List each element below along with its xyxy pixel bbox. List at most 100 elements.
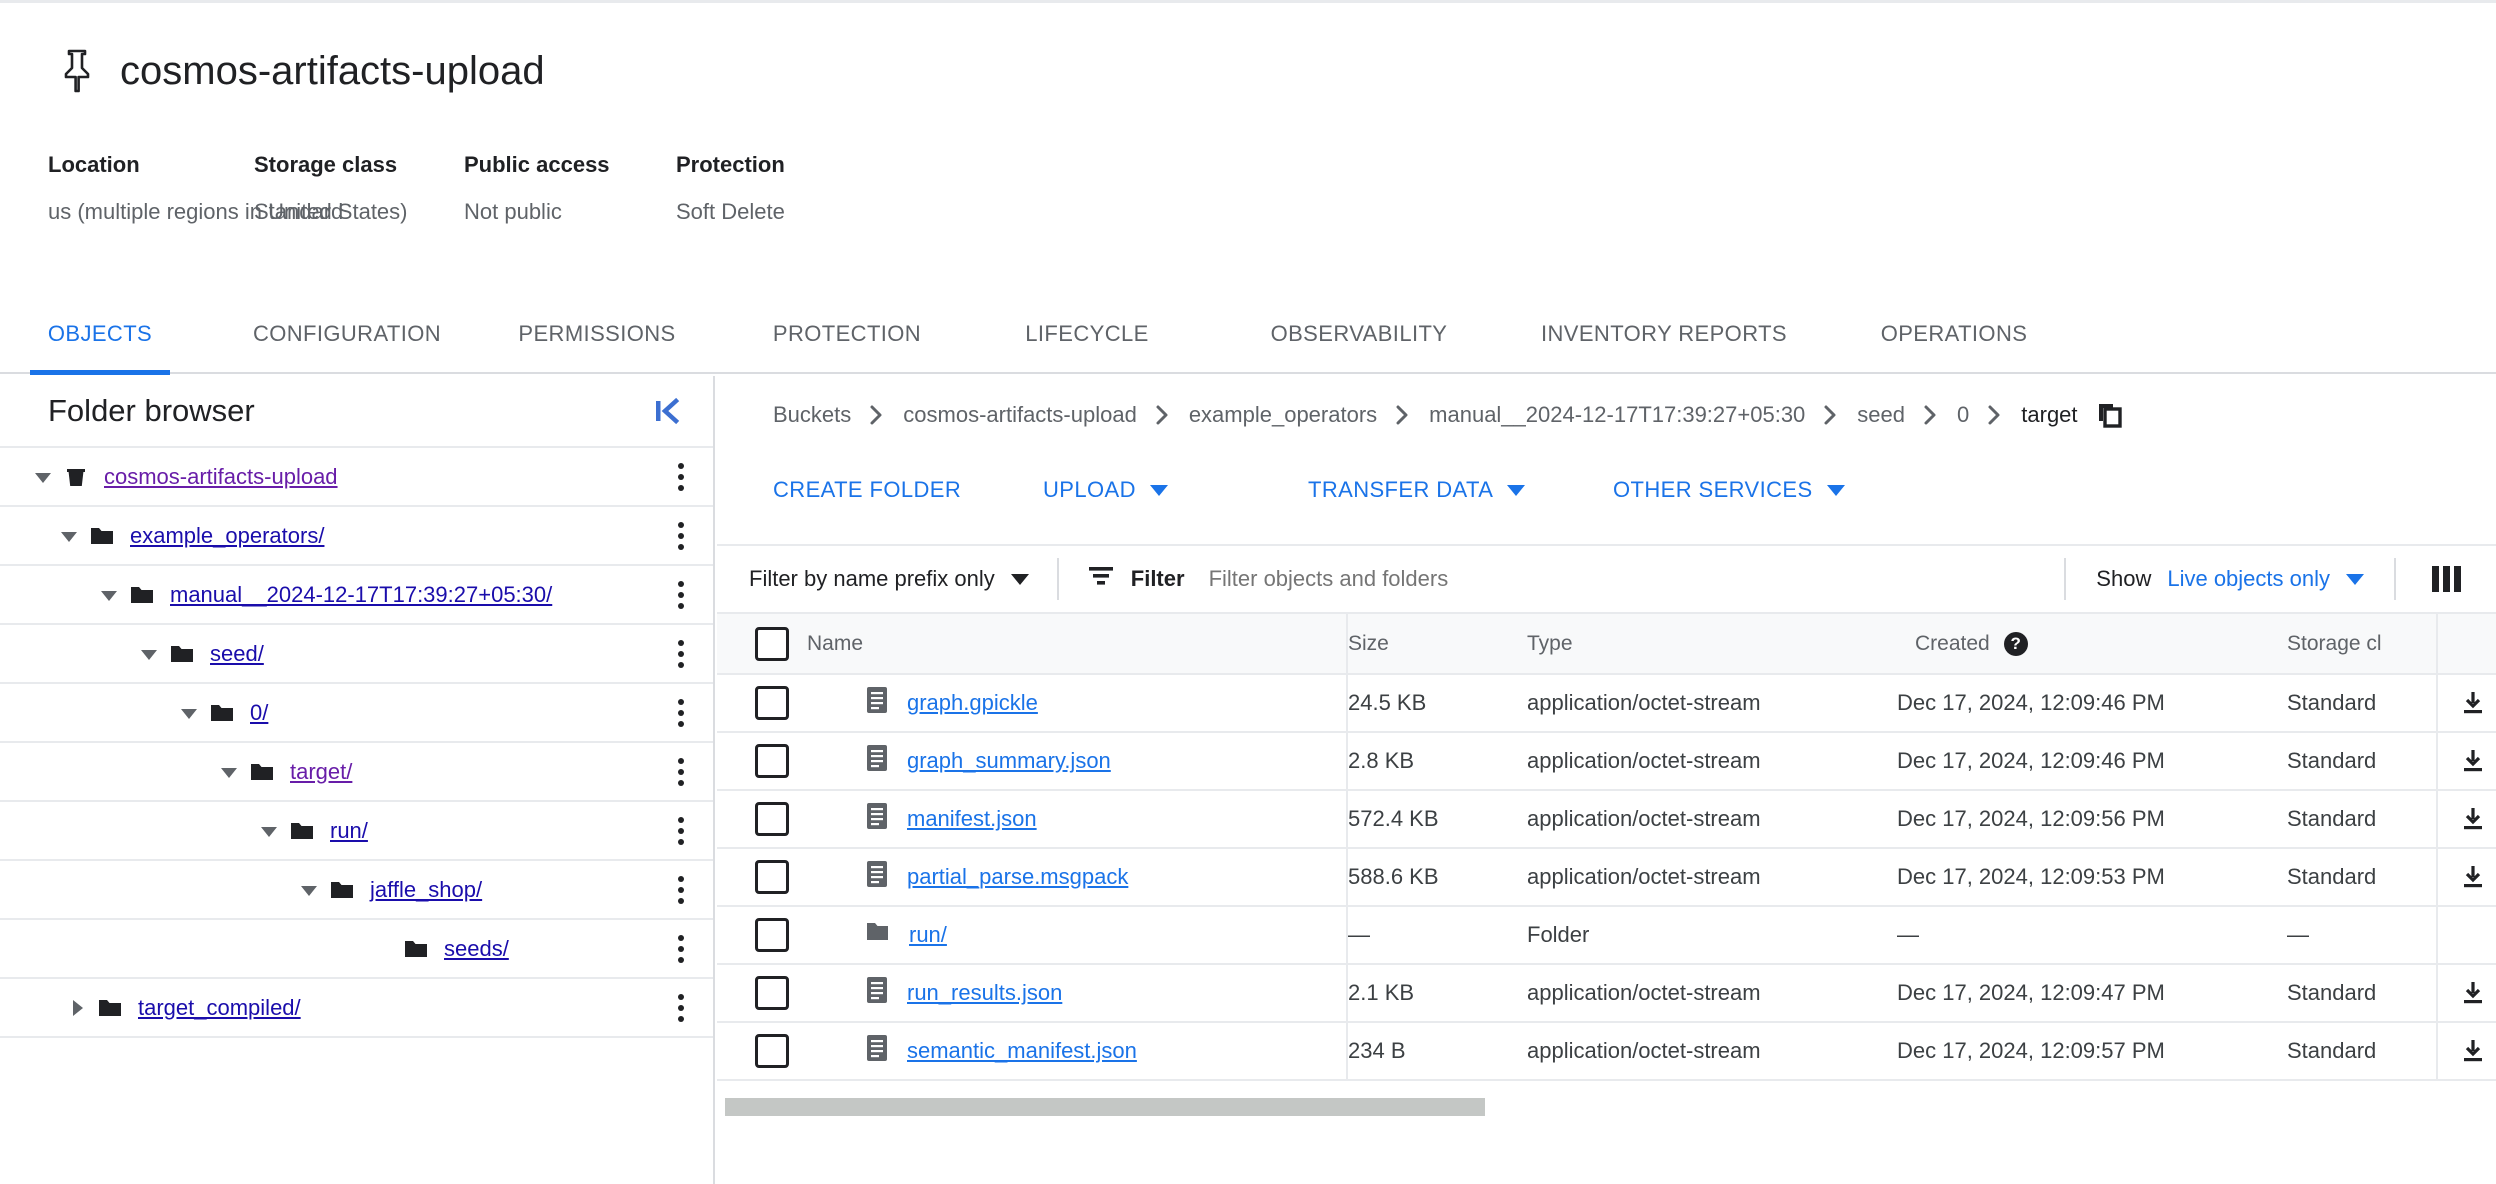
table-row[interactable]: run/ — Folder — — [717, 906, 2496, 965]
object-link[interactable]: manifest.json [907, 806, 1037, 832]
tab-protection[interactable]: PROTECTION [722, 295, 972, 373]
tab-operations[interactable]: OPERATIONS [1834, 295, 2074, 373]
tab-inventory-reports[interactable]: INVENTORY REPORTS [1514, 295, 1814, 373]
download-icon[interactable] [2438, 864, 2496, 890]
chevron-down-icon[interactable] [92, 578, 126, 612]
scrollbar-thumb[interactable] [725, 1098, 1485, 1116]
column-settings-icon[interactable] [2396, 566, 2496, 592]
tab-lifecycle[interactable]: LIFECYCLE [972, 295, 1202, 373]
table-row[interactable]: run_results.json 2.1 KB application/octe… [717, 964, 2496, 1023]
tree-item-more-menu[interactable] [663, 990, 699, 1026]
column-header-size[interactable]: Size [1347, 614, 1527, 675]
upload-button[interactable]: UPLOAD [1043, 477, 1308, 503]
download-icon[interactable] [2438, 690, 2496, 716]
row-checkbox[interactable] [755, 860, 789, 894]
tree-item-more-menu[interactable] [663, 813, 699, 849]
object-link[interactable]: graph.gpickle [907, 690, 1038, 716]
breadcrumb-item-seed[interactable]: seed [1857, 402, 1905, 428]
tree-item-example-operators[interactable]: example_operators/ [0, 507, 713, 566]
tab-observability[interactable]: OBSERVABILITY [1224, 295, 1494, 373]
show-selector[interactable]: Show Live objects only [2066, 566, 2394, 592]
tree-item-label[interactable]: cosmos-artifacts-upload [104, 464, 338, 490]
transfer-data-button[interactable]: TRANSFER DATA [1308, 477, 1613, 503]
chevron-down-icon[interactable] [212, 755, 246, 789]
chevron-down-icon[interactable] [292, 873, 326, 907]
object-link[interactable]: run_results.json [907, 980, 1062, 1006]
tab-objects[interactable]: OBJECTS [30, 295, 170, 375]
tree-item-label[interactable]: jaffle_shop/ [370, 877, 482, 903]
show-value[interactable]: Live objects only [2167, 566, 2330, 592]
breadcrumb-item-0[interactable]: 0 [1957, 402, 1969, 428]
tree-item-more-menu[interactable] [663, 872, 699, 908]
tree-item-more-menu[interactable] [663, 577, 699, 613]
column-header-created[interactable]: Created ? [1897, 614, 2287, 675]
table-row[interactable]: graph.gpickle 24.5 KB application/octet-… [717, 674, 2496, 733]
tree-item-label[interactable]: seed/ [210, 641, 264, 667]
chevron-down-icon[interactable] [132, 637, 166, 671]
tree-item-label[interactable]: example_operators/ [130, 523, 324, 549]
table-horizontal-scrollbar[interactable] [717, 1094, 2496, 1120]
tree-item-label[interactable]: 0/ [250, 700, 268, 726]
table-row[interactable]: manifest.json 572.4 KB application/octet… [717, 790, 2496, 849]
column-header-name[interactable]: Name [807, 614, 1347, 675]
chevron-down-icon[interactable] [252, 814, 286, 848]
chevron-down-icon[interactable] [172, 696, 206, 730]
row-checkbox[interactable] [755, 686, 789, 720]
create-folder-button[interactable]: CREATE FOLDER [773, 477, 1043, 503]
filter-mode-dropdown[interactable]: Filter by name prefix only [717, 566, 1057, 592]
object-link[interactable]: partial_parse.msgpack [907, 864, 1128, 890]
download-icon[interactable] [2438, 1038, 2496, 1064]
row-checkbox[interactable] [755, 802, 789, 836]
tree-item-target-compiled[interactable]: target_compiled/ [0, 979, 713, 1038]
other-services-button[interactable]: OTHER SERVICES [1613, 477, 1845, 503]
tree-item-bucket[interactable]: cosmos-artifacts-upload [0, 448, 713, 507]
tree-item-more-menu[interactable] [663, 518, 699, 554]
help-icon[interactable]: ? [2003, 631, 2028, 656]
breadcrumb-item-buckets[interactable]: Buckets [773, 402, 851, 428]
chevron-down-icon[interactable] [52, 519, 86, 553]
chevron-right-icon[interactable] [60, 991, 94, 1025]
breadcrumb-item-target[interactable]: target [2021, 402, 2077, 428]
object-link[interactable]: semantic_manifest.json [907, 1038, 1137, 1064]
tree-item-label[interactable]: run/ [330, 818, 368, 844]
object-link[interactable]: run/ [909, 922, 947, 948]
copy-icon[interactable] [2096, 401, 2124, 429]
tree-item-label[interactable]: target_compiled/ [138, 995, 301, 1021]
tree-item-run[interactable]: run/ [0, 802, 713, 861]
tree-item-0[interactable]: 0/ [0, 684, 713, 743]
table-row[interactable]: graph_summary.json 2.8 KB application/oc… [717, 732, 2496, 791]
breadcrumb-item-manual-run[interactable]: manual__2024-12-17T17:39:27+05:30 [1429, 402, 1805, 428]
tree-item-seed[interactable]: seed/ [0, 625, 713, 684]
tree-item-target[interactable]: target/ [0, 743, 713, 802]
tree-item-label[interactable]: target/ [290, 759, 352, 785]
tree-item-more-menu[interactable] [663, 754, 699, 790]
collapse-panel-icon[interactable] [647, 391, 687, 431]
breadcrumb-item-example-operators[interactable]: example_operators [1189, 402, 1377, 428]
chevron-down-icon[interactable] [26, 460, 60, 494]
tab-configuration[interactable]: CONFIGURATION [222, 295, 472, 373]
tree-item-more-menu[interactable] [663, 695, 699, 731]
filter-input[interactable] [1184, 566, 2065, 592]
object-link[interactable]: graph_summary.json [907, 748, 1111, 774]
column-header-storage-class[interactable]: Storage cl [2287, 614, 2438, 675]
tree-item-label[interactable]: manual__2024-12-17T17:39:27+05:30/ [170, 582, 552, 608]
tree-item-label[interactable]: seeds/ [444, 936, 509, 962]
filter-button[interactable]: Filter [1059, 565, 1185, 593]
download-icon[interactable] [2438, 806, 2496, 832]
table-row[interactable]: semantic_manifest.json 234 B application… [717, 1022, 2496, 1081]
tree-item-jaffle-shop[interactable]: jaffle_shop/ [0, 861, 713, 920]
download-icon[interactable] [2438, 748, 2496, 774]
tab-permissions[interactable]: PERMISSIONS [472, 295, 722, 373]
row-checkbox[interactable] [755, 976, 789, 1010]
pin-icon[interactable] [62, 49, 92, 93]
column-header-type[interactable]: Type [1527, 614, 1897, 675]
tree-item-more-menu[interactable] [663, 636, 699, 672]
row-checkbox[interactable] [755, 918, 789, 952]
tree-item-seeds[interactable]: seeds/ [0, 920, 713, 979]
tree-item-more-menu[interactable] [663, 459, 699, 495]
select-all-checkbox[interactable] [755, 626, 789, 661]
download-icon[interactable] [2438, 980, 2496, 1006]
tree-item-manual-run[interactable]: manual__2024-12-17T17:39:27+05:30/ [0, 566, 713, 625]
breadcrumb-item-bucket[interactable]: cosmos-artifacts-upload [903, 402, 1137, 428]
table-row[interactable]: partial_parse.msgpack 588.6 KB applicati… [717, 848, 2496, 907]
